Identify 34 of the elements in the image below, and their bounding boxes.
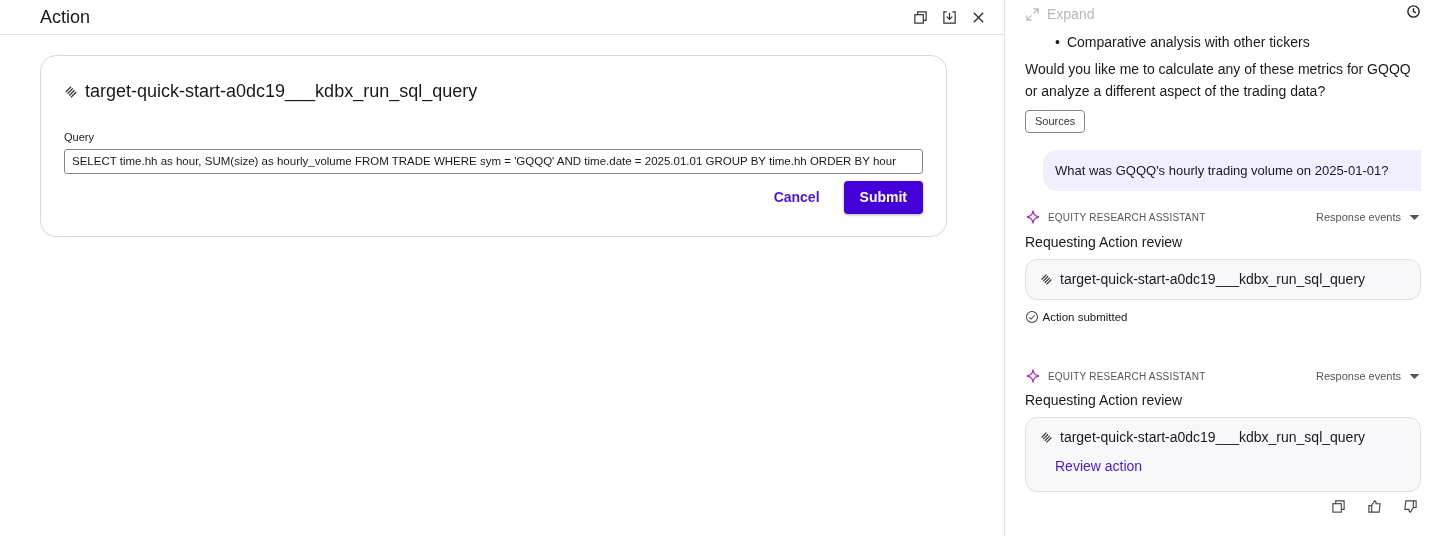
cancel-button[interactable]: Cancel [763,180,830,214]
response-events-button[interactable]: Response events [1316,209,1421,226]
copy-icon[interactable] [913,9,928,25]
tool-name: target-quick-start-a0dc19___kdbx_run_sql_query [1060,269,1366,289]
field-label: Query [64,130,95,145]
expand-icon [1025,7,1040,22]
tool-name: target-quick-start-a0dc19___kdbx_run_sql_query [1060,428,1366,448]
tool-icon [1040,272,1053,286]
submitted-label: Action submitted [1042,309,1128,325]
status-text: Requesting Action review [1025,232,1184,252]
user-message: What was GQQQ's hourly trading volume on 2025-01-01? [1043,149,1421,191]
history-icon[interactable] [1406,4,1421,19]
tool-icon [64,84,78,99]
thumbs-down-icon[interactable] [1402,499,1418,515]
review-action-link[interactable]: Review action [1055,456,1143,478]
sparkle-icon [1025,368,1041,384]
query-field[interactable]: SELECT time.hh as hour, SUM(size) as hourly_volume FROM TRADE WHERE sym = 'GQQQ' AND time.date = 2025.01.01 GROUP BY time.hh ORDER BY hour [64,148,923,174]
sparkle-icon [1025,209,1041,226]
panel-title: Action [40,5,91,29]
sources-button[interactable]: Sources [1025,110,1086,133]
sender-name: EQUITY RESEARCH ASSISTANT [1048,369,1206,384]
tool-name: target-quick-start-a0dc19___kdbx_run_sql_query [85,80,478,104]
download-icon[interactable] [942,9,957,25]
check-circle-icon [1025,310,1039,325]
bullet-marker: • [1055,33,1060,52]
message-text: Would you like me to calculate any of these metrics for GQQQ or analyze a different aspect of the trading data? [1025,60,1412,101]
response-events-button[interactable]: Response events [1316,367,1421,385]
bullet-item: Comparative analysis with other tickers [1066,33,1310,52]
status-text: Requesting Action review [1025,391,1184,411]
submit-button[interactable]: Submit [843,180,923,214]
thumbs-up-icon[interactable] [1366,499,1382,515]
tool-icon [1040,431,1053,445]
sender-name: EQUITY RESEARCH ASSISTANT [1048,210,1206,225]
copy-icon[interactable] [1330,499,1346,515]
